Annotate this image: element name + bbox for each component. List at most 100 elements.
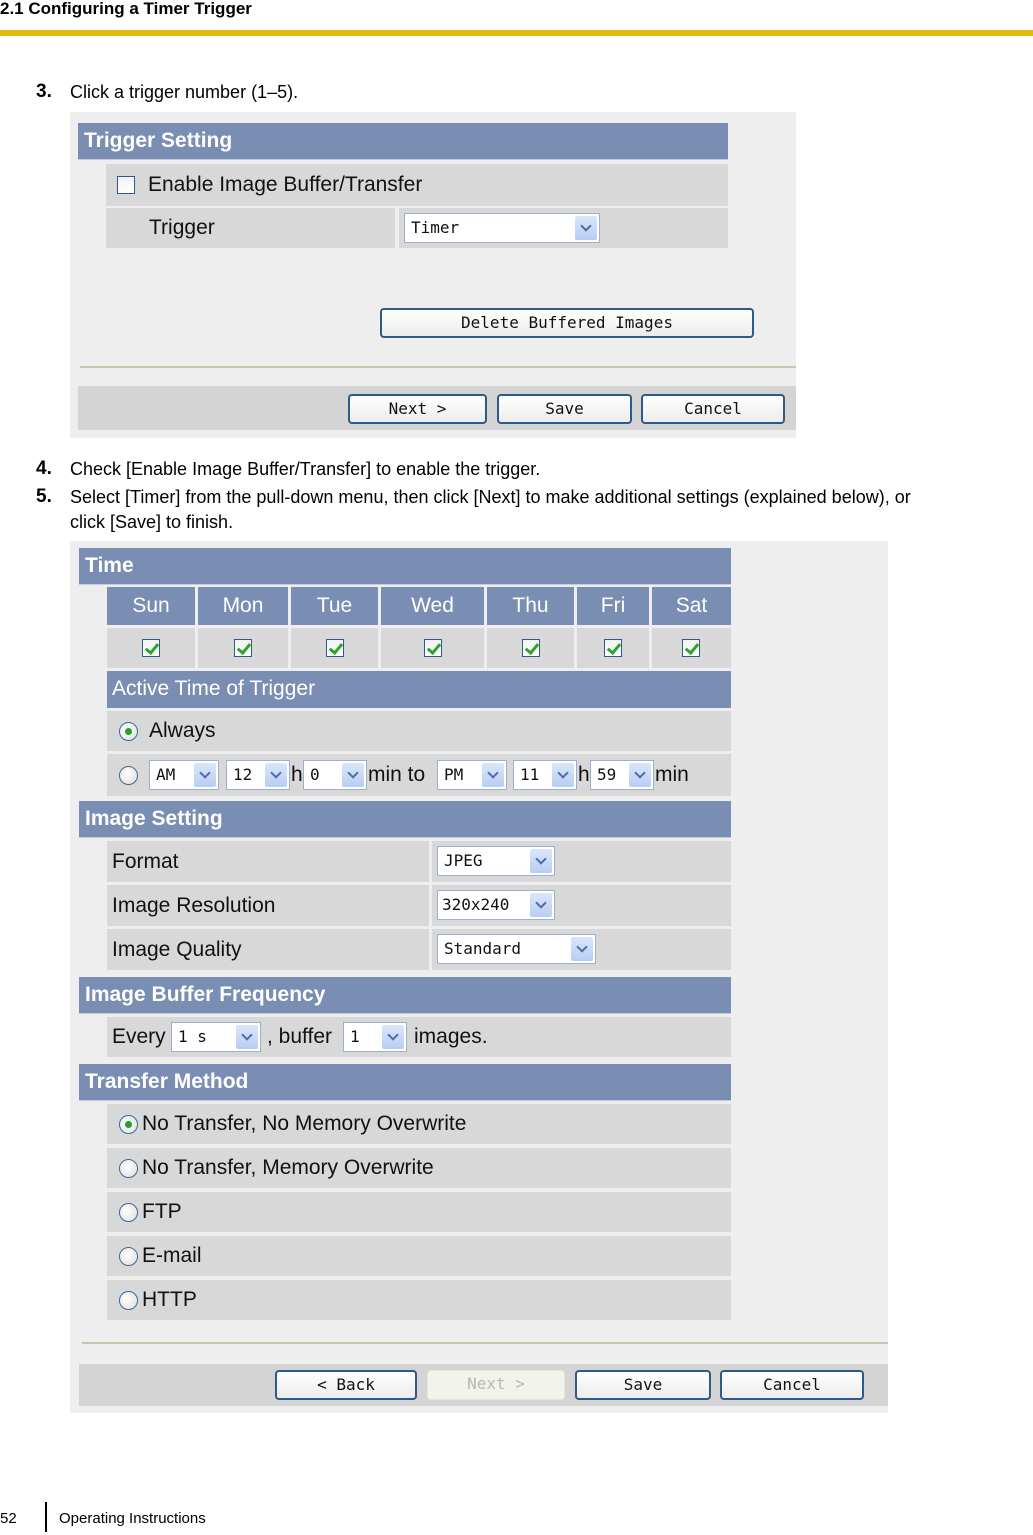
resolution-value-cell: 320x240 bbox=[432, 885, 731, 926]
resolution-label: Image Resolution bbox=[112, 894, 276, 917]
quality-value-cell: Standard bbox=[432, 929, 731, 970]
end-min-value: 59 bbox=[597, 765, 617, 784]
trigger-label: Trigger bbox=[149, 216, 215, 239]
resolution-label-cell: Image Resolution bbox=[107, 885, 429, 926]
min-to-label: min to bbox=[368, 763, 426, 786]
divider bbox=[82, 1342, 888, 1344]
document-name: Operating Instructions bbox=[59, 1510, 206, 1527]
save-button[interactable]: Save bbox=[497, 394, 632, 424]
start-hour-value: 12 bbox=[233, 765, 253, 784]
back-button[interactable]: < Back bbox=[275, 1370, 417, 1400]
day-header-tue: Tue bbox=[291, 587, 378, 625]
transfer-option-label: FTP bbox=[142, 1200, 182, 1223]
next-button-disabled[interactable]: Next > bbox=[427, 1370, 565, 1400]
chevron-down-icon bbox=[342, 763, 364, 787]
format-value: JPEG bbox=[444, 851, 483, 870]
step-number: 4. bbox=[36, 458, 52, 479]
day-header-fri: Fri bbox=[577, 587, 649, 625]
quality-select[interactable]: Standard bbox=[437, 934, 596, 964]
trigger-select[interactable]: Timer bbox=[404, 213, 600, 243]
save-button[interactable]: Save bbox=[575, 1370, 711, 1400]
chevron-down-icon bbox=[482, 763, 504, 787]
day-header-mon: Mon bbox=[198, 587, 288, 625]
transfer-radio-email[interactable] bbox=[119, 1247, 138, 1266]
trigger-label-cell: Trigger bbox=[106, 208, 395, 248]
mon-checkbox[interactable] bbox=[234, 639, 252, 657]
every-select[interactable]: 1 s bbox=[171, 1022, 261, 1052]
chevron-down-icon bbox=[629, 763, 651, 787]
h-label: h bbox=[291, 763, 303, 786]
end-ampm-select[interactable]: PM bbox=[437, 760, 507, 790]
chevron-down-icon bbox=[552, 763, 574, 787]
thu-checkbox[interactable] bbox=[522, 639, 540, 657]
start-min-value: 0 bbox=[310, 765, 320, 784]
sat-checkbox[interactable] bbox=[682, 639, 700, 657]
day-cell-fri bbox=[577, 628, 649, 668]
start-ampm-select[interactable]: AM bbox=[149, 760, 219, 790]
day-header-sun: Sun bbox=[107, 587, 195, 625]
page-footer: 52 Operating Instructions bbox=[0, 1500, 400, 1535]
cancel-button[interactable]: Cancel bbox=[641, 394, 785, 424]
resolution-select[interactable]: 320x240 bbox=[437, 890, 555, 920]
cancel-button[interactable]: Cancel bbox=[720, 1370, 864, 1400]
always-row: Always bbox=[107, 711, 731, 751]
chevron-down-icon bbox=[265, 763, 287, 787]
tue-checkbox[interactable] bbox=[326, 639, 344, 657]
start-min-select[interactable]: 0 bbox=[303, 760, 367, 790]
chevron-down-icon bbox=[236, 1025, 258, 1049]
enable-label: Enable Image Buffer/Transfer bbox=[148, 173, 423, 196]
image-setting-header: Image Setting bbox=[79, 801, 731, 838]
day-cell-tue bbox=[291, 628, 378, 668]
transfer-radio-no-transfer-overwrite[interactable] bbox=[119, 1159, 138, 1178]
chevron-down-icon bbox=[571, 937, 593, 961]
transfer-option-row: FTP bbox=[107, 1192, 731, 1232]
enable-row: Enable Image Buffer/Transfer bbox=[106, 164, 728, 206]
enable-checkbox[interactable] bbox=[117, 176, 135, 194]
day-cell-wed bbox=[381, 628, 484, 668]
trigger-select-value: Timer bbox=[411, 218, 460, 237]
always-radio[interactable] bbox=[119, 722, 138, 741]
button-bar: < Back Next > Save Cancel bbox=[79, 1364, 888, 1406]
every-label: Every bbox=[112, 1025, 166, 1048]
wed-checkbox[interactable] bbox=[424, 639, 442, 657]
chevron-down-icon bbox=[575, 216, 597, 240]
buffer-frequency-header: Image Buffer Frequency bbox=[79, 977, 731, 1014]
page-number: 52 bbox=[0, 1510, 17, 1527]
format-value-cell: JPEG bbox=[432, 841, 731, 882]
day-header-thu: Thu bbox=[487, 587, 574, 625]
chevron-down-icon bbox=[530, 849, 552, 873]
buffer-select[interactable]: 1 bbox=[343, 1022, 407, 1052]
chevron-down-icon bbox=[382, 1025, 404, 1049]
transfer-radio-http[interactable] bbox=[119, 1291, 138, 1310]
header-rule bbox=[0, 30, 1033, 36]
document-header: 2.1 Configuring a Timer Trigger bbox=[0, 0, 1033, 36]
transfer-method-header: Transfer Method bbox=[79, 1064, 731, 1101]
end-hour-value: 11 bbox=[520, 765, 540, 784]
format-label: Format bbox=[112, 850, 179, 873]
transfer-radio-ftp[interactable] bbox=[119, 1203, 138, 1222]
transfer-radio-no-transfer-no-overwrite[interactable] bbox=[119, 1115, 138, 1134]
next-button[interactable]: Next > bbox=[348, 394, 487, 424]
sun-checkbox[interactable] bbox=[142, 639, 160, 657]
time-range-radio[interactable] bbox=[119, 766, 138, 785]
always-label: Always bbox=[149, 719, 216, 742]
delete-buffered-images-button[interactable]: Delete Buffered Images bbox=[380, 308, 754, 338]
quality-label-cell: Image Quality bbox=[107, 929, 429, 970]
transfer-option-row: E-mail bbox=[107, 1236, 731, 1276]
h-label: h bbox=[578, 763, 590, 786]
timer-settings-screenshot: Time Sun Mon Tue Wed Thu Fri Sat Active … bbox=[70, 541, 888, 1413]
buffer-frequency-row: Every 1 s , buffer 1 images. bbox=[107, 1017, 731, 1057]
every-value: 1 s bbox=[178, 1027, 207, 1046]
format-label-cell: Format bbox=[107, 841, 429, 882]
day-cell-thu bbox=[487, 628, 574, 668]
min-label: min bbox=[655, 763, 689, 786]
fri-checkbox[interactable] bbox=[604, 639, 622, 657]
divider bbox=[80, 366, 796, 368]
end-hour-select[interactable]: 11 bbox=[513, 760, 577, 790]
start-hour-select[interactable]: 12 bbox=[226, 760, 290, 790]
transfer-option-row: HTTP bbox=[107, 1280, 731, 1320]
format-select[interactable]: JPEG bbox=[437, 846, 555, 876]
start-ampm-value: AM bbox=[156, 765, 176, 784]
end-min-select[interactable]: 59 bbox=[590, 760, 654, 790]
step-number: 3. bbox=[36, 81, 52, 102]
